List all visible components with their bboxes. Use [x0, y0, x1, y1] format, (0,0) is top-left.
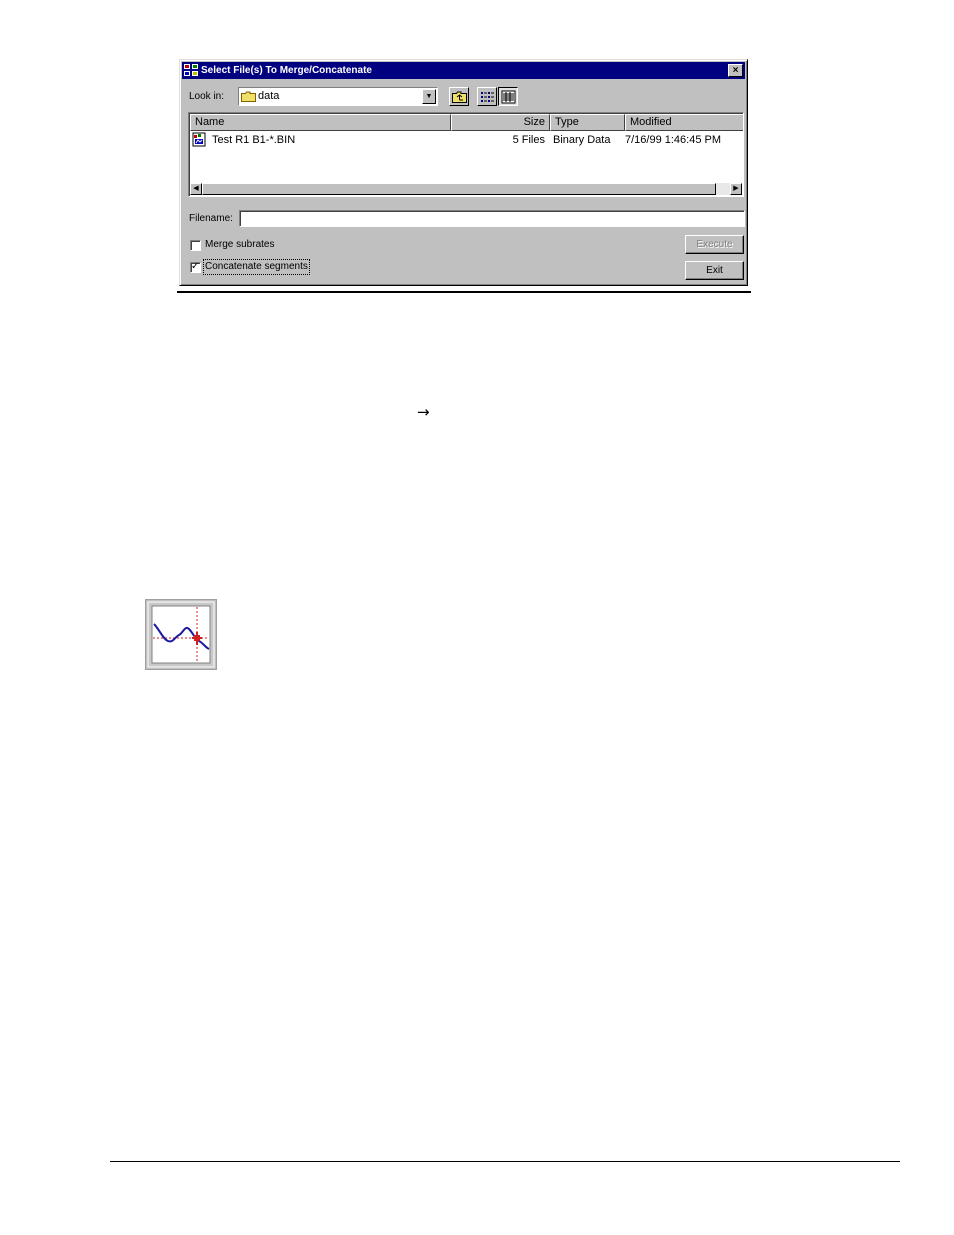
details-view-icon	[501, 90, 516, 104]
arrow-icon: →	[417, 403, 430, 421]
row-name: Test R1 B1-*.BIN	[212, 134, 296, 146]
list-view-button[interactable]	[477, 87, 497, 106]
filename-label: Filename:	[189, 213, 233, 224]
up-one-level-button[interactable]	[449, 87, 469, 106]
scroll-thumb[interactable]	[202, 183, 716, 195]
merge-subrates-checkbox[interactable]	[190, 240, 201, 251]
details-view-button[interactable]	[498, 87, 518, 106]
chevron-down-icon[interactable]: ▼	[422, 89, 436, 104]
look-in-value: data	[258, 90, 280, 102]
row-type: Binary Data	[553, 134, 611, 146]
cursor-plot-icon	[145, 599, 217, 670]
list-view-icon	[481, 92, 494, 102]
dialog-title: Select File(s) To Merge/Concatenate	[201, 65, 372, 76]
column-headers: Name Size Type Modified	[190, 114, 743, 131]
filename-input[interactable]	[239, 210, 745, 227]
horizontal-scrollbar[interactable]: ◀ ▶	[190, 183, 742, 195]
table-row[interactable]: Test R1 B1-*.BIN 5 Files Binary Data 7/1…	[190, 132, 742, 150]
column-header-type[interactable]: Type	[550, 114, 625, 131]
concatenate-segments-label: Concatenate segments	[203, 259, 310, 275]
look-in-dropdown[interactable]: data ▼	[238, 87, 438, 106]
merge-concatenate-dialog: Select File(s) To Merge/Concatenate × Lo…	[179, 59, 748, 286]
check-mark-icon: ✓	[191, 261, 200, 272]
footer-rule	[110, 1161, 900, 1162]
figure-rule	[177, 291, 751, 293]
file-icon	[192, 132, 206, 147]
column-header-name[interactable]: Name	[190, 114, 451, 131]
app-icon	[184, 64, 198, 76]
row-modified: 7/16/99 1:46:45 PM	[625, 134, 722, 146]
title-bar[interactable]: Select File(s) To Merge/Concatenate ×	[182, 62, 745, 79]
row-size: 5 Files	[512, 134, 545, 146]
file-list[interactable]: Name Size Type Modified Test R1 B1-*.BIN…	[188, 112, 744, 197]
scroll-left-button[interactable]: ◀	[190, 183, 202, 195]
exit-button[interactable]: Exit	[685, 261, 744, 280]
column-header-size[interactable]: Size	[451, 114, 550, 131]
column-header-modified[interactable]: Modified	[625, 114, 743, 131]
close-button[interactable]: ×	[728, 64, 743, 77]
merge-subrates-label: Merge subrates	[205, 239, 275, 250]
look-in-label: Look in:	[189, 91, 225, 102]
scroll-right-button[interactable]: ▶	[730, 183, 742, 195]
up-folder-icon	[452, 91, 467, 103]
concatenate-segments-checkbox[interactable]: ✓	[190, 261, 201, 273]
execute-button[interactable]: Execute	[685, 235, 744, 254]
folder-icon	[241, 91, 256, 102]
